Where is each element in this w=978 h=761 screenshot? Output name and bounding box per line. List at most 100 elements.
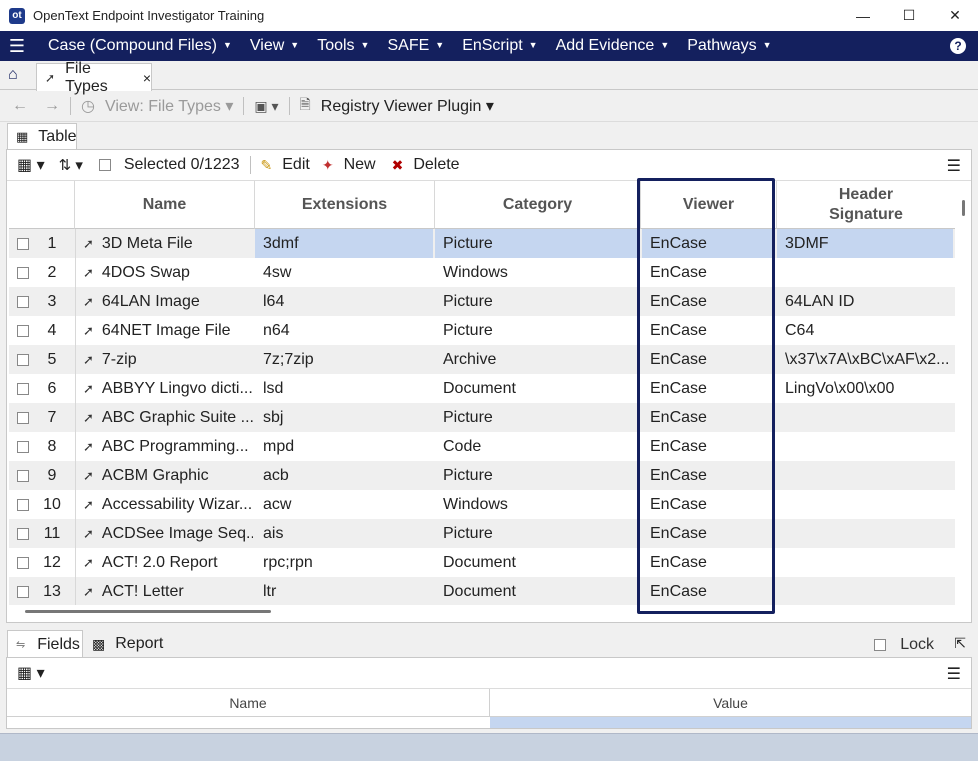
edit-button[interactable]: Edit [282, 156, 310, 174]
sort-icon[interactable]: ⇅ ▾ [59, 156, 83, 174]
row-checkbox[interactable] [17, 432, 33, 461]
cell-viewer[interactable]: EnCase [642, 577, 775, 605]
column-header-name[interactable]: Name [75, 181, 255, 229]
menu-safe[interactable]: SAFE ▼ [387, 37, 444, 55]
home-icon[interactable]: ⌂ [8, 66, 30, 86]
cell-viewer[interactable]: EnCase [642, 519, 775, 548]
cell-viewer[interactable]: EnCase [642, 316, 775, 345]
cell-cat[interactable]: Windows [435, 258, 639, 287]
fields-value-row[interactable] [490, 717, 971, 728]
row-checkbox[interactable] [17, 577, 33, 605]
cell-ext[interactable]: n64 [255, 316, 433, 345]
fields-column-value[interactable]: Value [490, 689, 971, 717]
cell-sig[interactable]: C64 [777, 316, 953, 345]
cell-sig[interactable] [777, 432, 953, 461]
cell-name[interactable]: ➚ ACT! Letter [83, 577, 253, 605]
row-checkbox[interactable] [17, 229, 33, 258]
cell-sig[interactable]: LingVo\x00\x00 [777, 374, 953, 403]
cell-name[interactable]: ➚ ABC Programming... [83, 432, 253, 461]
hamburger-menu-icon[interactable]: ☰ [0, 36, 34, 57]
tab-report[interactable]: ▩ Report [92, 630, 163, 658]
cell-viewer[interactable]: EnCase [642, 374, 775, 403]
row-checkbox[interactable] [17, 287, 33, 316]
column-header-category[interactable]: Category [435, 181, 641, 229]
table-row[interactable]: 7 ➚ ABC Graphic Suite ... sbj Picture EnCase [9, 403, 955, 432]
history-icon[interactable]: ◷ [81, 96, 95, 116]
cell-cat[interactable]: Picture [435, 403, 639, 432]
new-button[interactable]: New [344, 156, 376, 174]
cell-ext[interactable]: acb [255, 461, 433, 490]
menu-tools[interactable]: Tools ▼ [317, 37, 369, 55]
cell-cat[interactable]: Picture [435, 519, 639, 548]
row-checkbox[interactable] [17, 519, 33, 548]
cell-cat[interactable]: Archive [435, 345, 639, 374]
row-checkbox[interactable] [17, 548, 33, 577]
cell-cat[interactable]: Picture [435, 287, 639, 316]
cell-sig[interactable] [777, 548, 953, 577]
row-checkbox[interactable] [17, 374, 33, 403]
cell-cat[interactable]: Windows [435, 490, 639, 519]
table-row[interactable]: 4 ➚ 64NET Image File n64 Picture EnCase C64 [9, 316, 955, 345]
maximize-button[interactable]: ☐ [886, 0, 932, 31]
cell-viewer[interactable]: EnCase [642, 548, 775, 577]
tab-table[interactable]: ▦ Table [7, 123, 77, 150]
tab-file-types[interactable]: ➚ File Types × [36, 60, 152, 95]
column-header-extensions[interactable]: Extensions [255, 181, 435, 229]
cell-cat[interactable]: Picture [435, 461, 639, 490]
select-all-checkbox[interactable] [98, 159, 111, 171]
cell-sig[interactable] [777, 490, 953, 519]
cell-ext[interactable]: lsd [255, 374, 433, 403]
cell-sig[interactable] [777, 403, 953, 432]
cell-sig[interactable]: 3DMF [777, 229, 953, 258]
cell-ext[interactable]: ltr [255, 577, 433, 605]
row-checkbox[interactable] [17, 403, 33, 432]
minimize-button[interactable]: — [840, 0, 886, 31]
close-tab-icon[interactable]: × [143, 70, 151, 86]
cell-cat[interactable]: Document [435, 548, 639, 577]
menu-pathways[interactable]: Pathways ▼ [687, 37, 771, 55]
row-checkbox[interactable] [17, 345, 33, 374]
table-row[interactable]: 6 ➚ ABBYY Lingvo dicti... lsd Document EnCase… [9, 374, 955, 403]
cell-sig[interactable]: \x37\x7A\xBC\xAF\x2... [777, 345, 953, 374]
cell-ext[interactable]: 3dmf [255, 229, 433, 258]
cell-cat[interactable]: Picture [435, 229, 639, 258]
close-window-button[interactable]: ✕ [932, 0, 978, 31]
help-icon[interactable]: ? [950, 38, 966, 54]
cell-ext[interactable]: acw [255, 490, 433, 519]
table-row[interactable]: 2 ➚ 4DOS Swap 4sw Windows EnCase [9, 258, 955, 287]
registry-viewer-plugin-dropdown[interactable]: Registry Viewer Plugin ▾ [321, 96, 494, 116]
row-checkbox[interactable] [17, 490, 33, 519]
cell-viewer[interactable]: EnCase [642, 432, 775, 461]
forward-icon[interactable]: → [44, 97, 60, 115]
back-icon[interactable]: ← [12, 97, 28, 115]
cell-sig[interactable]: 64LAN ID [777, 287, 953, 316]
cell-name[interactable]: ➚ ABBYY Lingvo dicti... [83, 374, 253, 403]
table-row[interactable]: 9 ➚ ACBM Graphic acb Picture EnCase [9, 461, 955, 490]
cell-name[interactable]: ➚ Accessability Wizar... [83, 490, 253, 519]
pane-menu-icon[interactable]: ☰ [947, 156, 961, 176]
cell-viewer[interactable]: EnCase [642, 490, 775, 519]
cell-viewer[interactable]: EnCase [642, 258, 775, 287]
menu-case[interactable]: Case (Compound Files) ▼ [48, 37, 232, 55]
lock-toggle[interactable]: Lock [874, 636, 934, 654]
cell-sig[interactable] [777, 519, 953, 548]
table-row[interactable]: 3 ➚ 64LAN Image l64 Picture EnCase 64LAN ID [9, 287, 955, 316]
cell-name[interactable]: ➚ 4DOS Swap [83, 258, 253, 287]
table-row[interactable]: 10 ➚ Accessability Wizar... acw Windows EnCas… [9, 490, 955, 519]
row-checkbox[interactable] [17, 461, 33, 490]
popout-icon[interactable]: ⇱ [954, 635, 966, 652]
cell-name[interactable]: ➚ 64LAN Image [83, 287, 253, 316]
fields-column-name[interactable]: Name [7, 689, 490, 717]
cell-sig[interactable] [777, 461, 953, 490]
horizontal-scrollbar[interactable] [25, 610, 271, 613]
cell-cat[interactable]: Document [435, 374, 639, 403]
cell-viewer[interactable]: EnCase [642, 403, 775, 432]
cell-ext[interactable]: 4sw [255, 258, 433, 287]
cell-sig[interactable] [777, 258, 953, 287]
cell-viewer[interactable]: EnCase [642, 287, 775, 316]
layout-icon[interactable]: ▣ ▾ [254, 98, 278, 115]
column-header-header-signature[interactable]: Header Signature [777, 181, 955, 229]
cell-cat[interactable]: Picture [435, 316, 639, 345]
row-checkbox[interactable] [17, 316, 33, 345]
cell-cat[interactable]: Code [435, 432, 639, 461]
